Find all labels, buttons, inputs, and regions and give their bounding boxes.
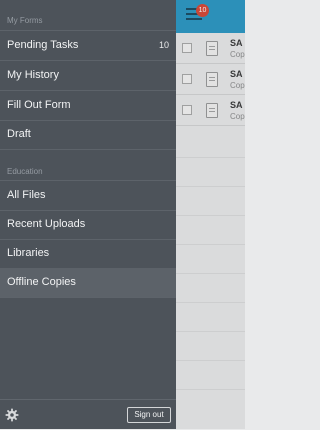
drawer-item-label: Offline Copies bbox=[7, 276, 76, 288]
drawer-item-label: All Files bbox=[7, 189, 46, 201]
drawer-item-my-history[interactable]: My History bbox=[0, 61, 176, 91]
drawer-item-offline-copies[interactable]: Offline Copies bbox=[0, 268, 176, 298]
drawer-item-label: Draft bbox=[7, 128, 31, 140]
drawer-item-all-files[interactable]: All Files bbox=[0, 181, 176, 211]
pending-tasks-count: 10 bbox=[158, 40, 169, 50]
drawer-item-libraries[interactable]: Libraries bbox=[0, 239, 176, 269]
drawer-item-pending-tasks[interactable]: Pending Tasks 10 bbox=[0, 31, 176, 61]
drawer-item-label: Libraries bbox=[7, 247, 50, 259]
drawer-overlay-shade[interactable] bbox=[176, 0, 245, 429]
drawer-item-fill-out-form[interactable]: Fill Out Form bbox=[0, 91, 176, 121]
drawer-footer: Sign out bbox=[0, 399, 176, 430]
navigation-drawer: My Forms Pending Tasks 10 My History Fil… bbox=[0, 0, 176, 429]
gear-icon[interactable] bbox=[5, 408, 19, 422]
drawer-item-label: My History bbox=[7, 69, 59, 81]
sign-out-button[interactable]: Sign out bbox=[127, 407, 171, 423]
drawer-item-label: Fill Out Form bbox=[7, 99, 71, 111]
drawer-item-recent-uploads[interactable]: Recent Uploads bbox=[0, 210, 176, 240]
drawer-item-draft[interactable]: Draft bbox=[0, 120, 176, 150]
drawer-item-label: Pending Tasks bbox=[7, 39, 79, 51]
section-header-education: Education bbox=[7, 167, 43, 176]
section-header-my-forms: My Forms bbox=[7, 16, 43, 25]
drawer-item-label: Recent Uploads bbox=[7, 218, 86, 230]
